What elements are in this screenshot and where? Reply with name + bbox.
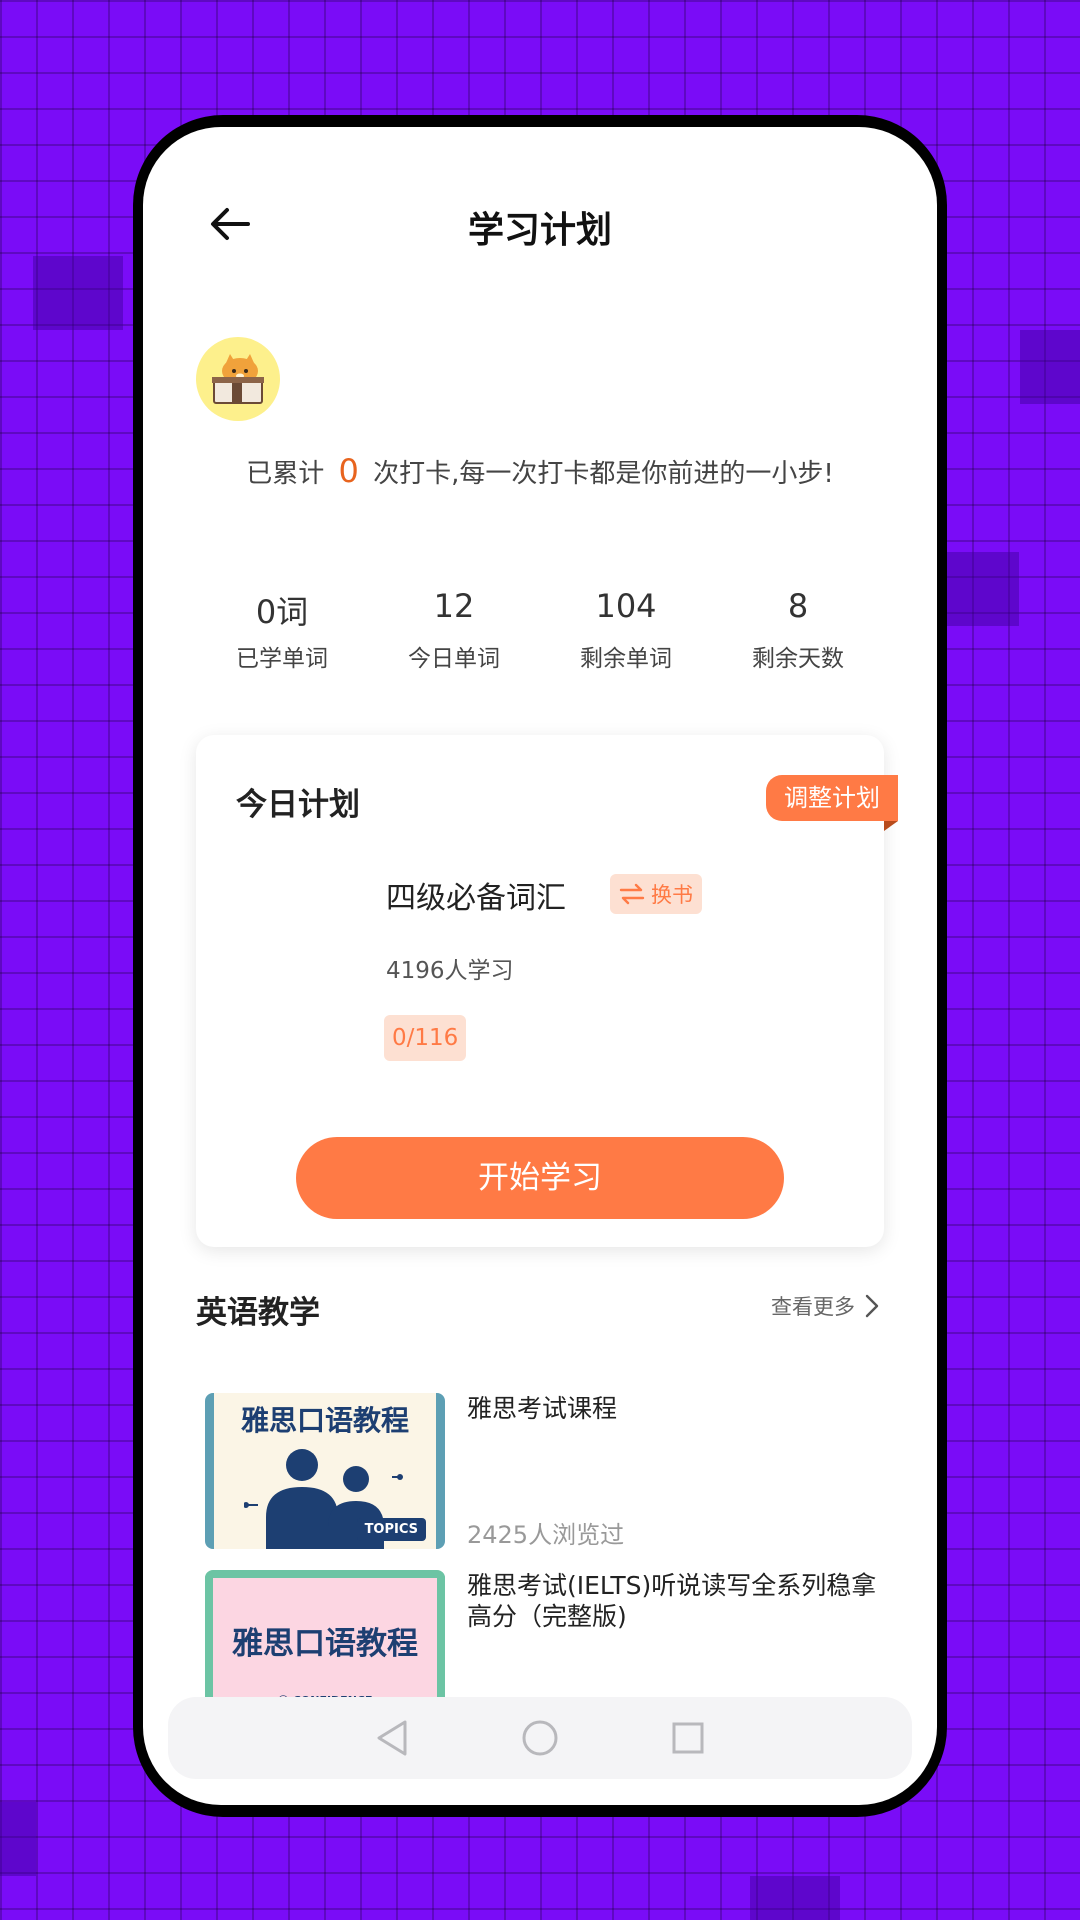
stat-learned-words: 0词 已学单词 bbox=[196, 587, 368, 673]
cat-box-avatar-icon bbox=[212, 354, 264, 404]
system-nav-bar bbox=[168, 1697, 912, 1779]
course-item[interactable]: 雅思口语教程 TOPICS 雅思考试课程 2425人浏览过 bbox=[205, 1393, 885, 1553]
background-tile bbox=[33, 256, 123, 330]
english-teaching-title: 英语教学 bbox=[196, 1295, 320, 1331]
stat-value: 0词 bbox=[255, 593, 309, 631]
see-more-link[interactable]: 查看更多 bbox=[771, 1291, 879, 1321]
stat-label: 已学单词 bbox=[236, 646, 328, 672]
background-tile bbox=[0, 1802, 36, 1876]
checkin-prefix: 已累计 bbox=[246, 459, 325, 489]
triangle-back-icon bbox=[377, 1720, 407, 1756]
swap-book-button[interactable]: 换书 bbox=[610, 874, 702, 914]
chevron-right-icon bbox=[865, 1294, 879, 1318]
header: 学习计划 bbox=[143, 177, 937, 267]
start-learning-button[interactable]: 开始学习 bbox=[296, 1137, 784, 1219]
stat-value: 104 bbox=[595, 587, 657, 625]
swap-book-label: 换书 bbox=[651, 883, 693, 907]
book-learners-count: 4196人学习 bbox=[386, 958, 514, 984]
checkin-suffix: 次打卡,每一次打卡都是你前进的一小步! bbox=[373, 459, 834, 489]
stat-remaining-words: 104 剩余单词 bbox=[540, 587, 712, 673]
nav-recent-button[interactable] bbox=[663, 1713, 713, 1763]
circle-home-icon bbox=[522, 1720, 558, 1756]
course-thumbnail: 雅思口语教程 TOPICS bbox=[205, 1393, 445, 1549]
background-tile bbox=[1020, 330, 1080, 404]
square-recent-icon bbox=[672, 1722, 704, 1754]
page-title: 学习计划 bbox=[467, 210, 612, 251]
stat-value: 8 bbox=[787, 587, 809, 625]
course-views: 2425人浏览过 bbox=[467, 1521, 625, 1549]
course-title: 雅思考试课程 bbox=[467, 1394, 618, 1423]
background-tile bbox=[947, 552, 1019, 626]
stat-label: 剩余天数 bbox=[752, 646, 844, 672]
stat-today-words: 12 今日单词 bbox=[368, 587, 540, 673]
swap-arrows-icon bbox=[619, 883, 645, 905]
thumbnail-title: 雅思口语教程 bbox=[240, 1404, 409, 1437]
stat-label: 今日单词 bbox=[408, 646, 500, 672]
stat-remaining-days: 8 剩余天数 bbox=[712, 587, 884, 673]
phone-frame: 学习计划 已累计 0 次打卡,每一次打卡都是你前进的一小步! 0词 已学单词 1… bbox=[133, 115, 947, 1817]
nav-home-button[interactable] bbox=[515, 1713, 565, 1763]
checkin-message: 已累计 0 次打卡,每一次打卡都是你前进的一小步! bbox=[143, 452, 937, 490]
see-more-label: 查看更多 bbox=[771, 1295, 855, 1319]
adjust-plan-button[interactable]: 调整计划 bbox=[766, 775, 898, 831]
progress-badge: 0/116 bbox=[384, 1015, 467, 1061]
course-title: 雅思考试(IELTS)听说读写全系列稳拿高分（完整版) bbox=[467, 1571, 877, 1631]
checkin-count: 0 bbox=[338, 452, 359, 490]
plan-title: 今日计划 bbox=[236, 787, 360, 823]
avatar bbox=[196, 337, 280, 421]
today-plan-card: 今日计划 调整计划 四级必备词汇 换书 4196人学习 0/116 开始学习 bbox=[196, 735, 898, 1247]
app-screen: 学习计划 已累计 0 次打卡,每一次打卡都是你前进的一小步! 0词 已学单词 1… bbox=[143, 127, 937, 1805]
stat-value: 12 bbox=[433, 587, 475, 625]
stats-row: 0词 已学单词 12 今日单词 104 剩余单词 8 剩余天数 bbox=[196, 587, 884, 673]
thumbnail-title: 雅思口语教程 bbox=[232, 1626, 418, 1662]
background-tile bbox=[750, 1876, 840, 1920]
thumbnail-badge: TOPICS bbox=[356, 1518, 426, 1541]
book-title: 四级必备词汇 bbox=[386, 881, 566, 916]
stat-label: 剩余单词 bbox=[580, 646, 672, 672]
nav-back-button[interactable] bbox=[367, 1713, 417, 1763]
